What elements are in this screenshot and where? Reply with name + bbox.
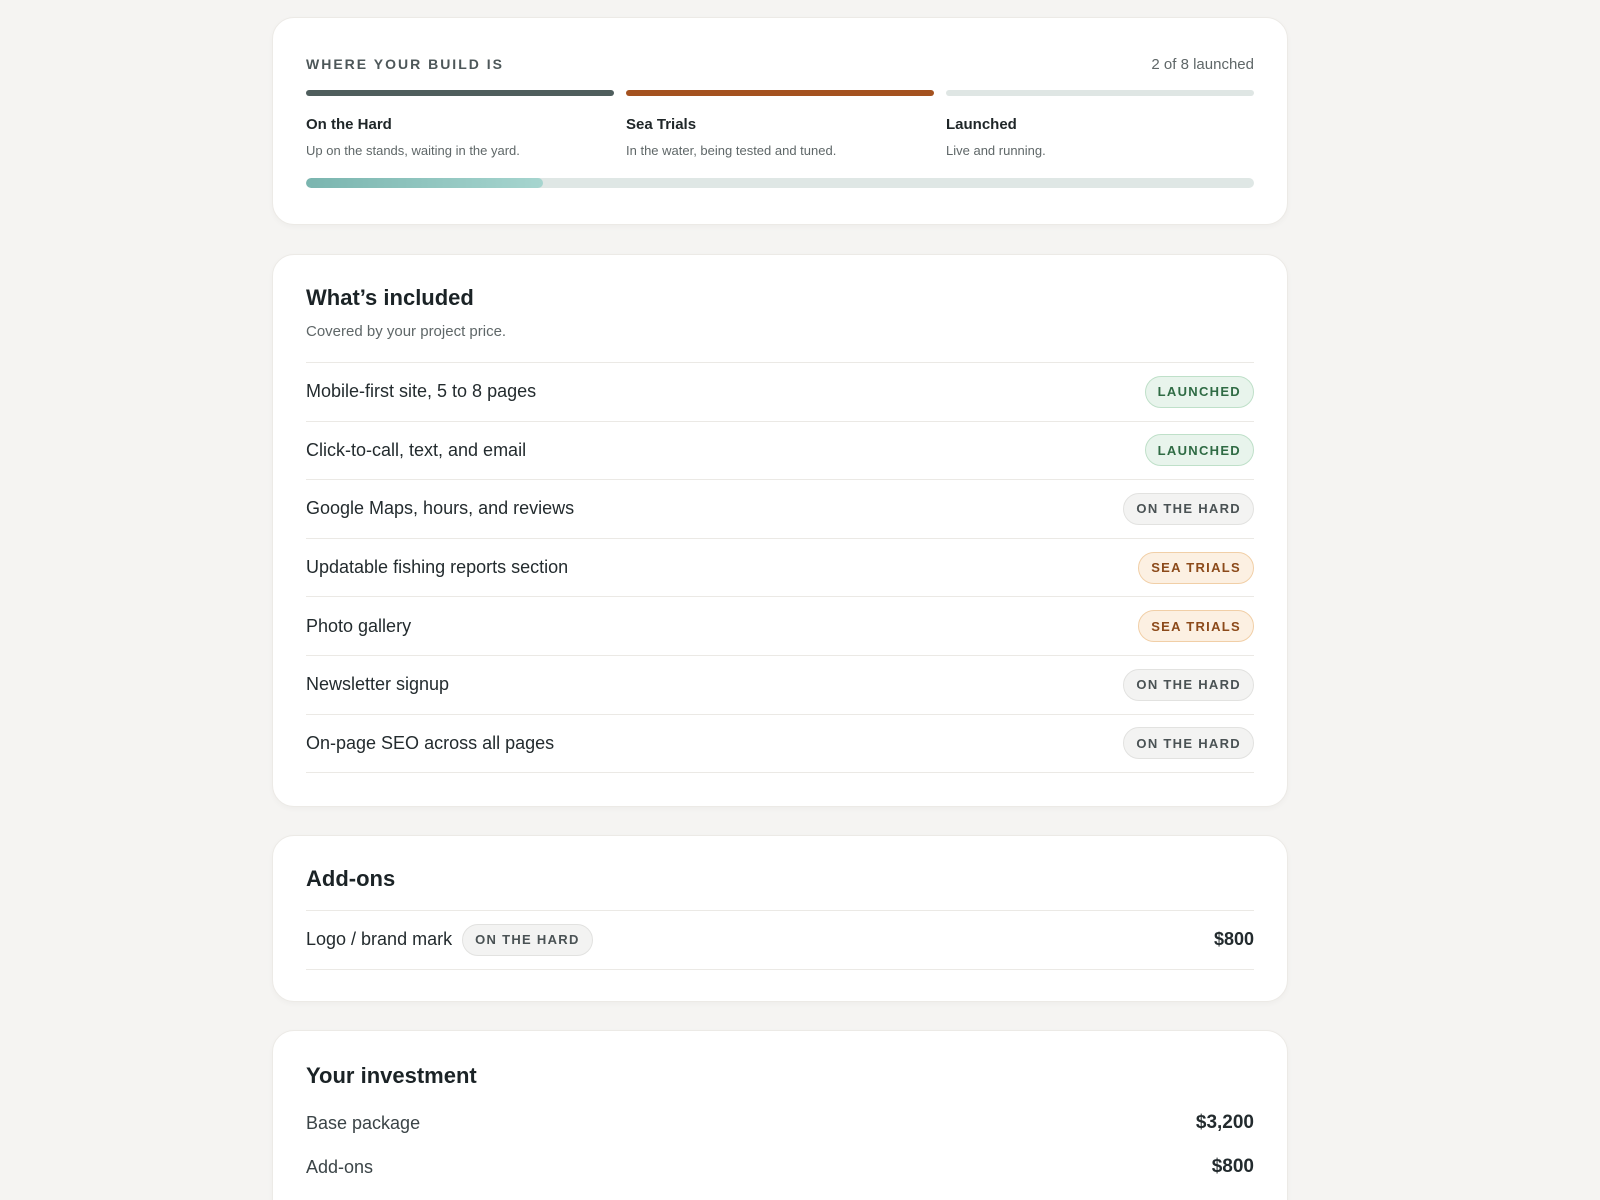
item-label: Google Maps, hours, and reviews — [306, 498, 575, 519]
status-badge: ON THE HARD — [1123, 668, 1254, 701]
investment-value: $3,200 — [1195, 1112, 1254, 1133]
addons-list: Logo / brand mark ON THE HARD $800 — [306, 910, 1254, 970]
stage-launched: Launched Live and running. — [946, 90, 1254, 158]
status-badge: SEA TRIALS — [1138, 610, 1254, 643]
included-item: Mobile-first site, 5 to 8 pages LAUNCHED — [306, 363, 1254, 422]
stage-bar — [946, 90, 1254, 96]
included-list: Mobile-first site, 5 to 8 pages LAUNCHED… — [306, 362, 1254, 774]
overall-progress-fill — [306, 178, 543, 188]
stage-name: Sea Trials — [626, 116, 697, 133]
included-item: Google Maps, hours, and reviews ON THE H… — [306, 480, 1254, 539]
status-badge: ON THE HARD — [1123, 727, 1254, 760]
included-item: Newsletter signup ON THE HARD — [306, 656, 1254, 715]
addon-label: Logo / brand mark — [306, 929, 453, 950]
investment-label: Base package — [306, 1112, 421, 1133]
stage-description: Up on the stands, waiting in the yard. — [306, 143, 520, 158]
investment-card: Your investment Base package $3,200 Add-… — [272, 1030, 1288, 1200]
item-label: Photo gallery — [306, 615, 412, 636]
addons-card: Add-ons Logo / brand mark ON THE HARD $8… — [272, 835, 1288, 1002]
addon-price: $800 — [1213, 929, 1254, 950]
stage-sea-trials: Sea Trials In the water, being tested an… — [626, 90, 934, 158]
status-badge: LAUNCHED — [1144, 375, 1254, 408]
stage-list: On the Hard Up on the stands, waiting in… — [306, 90, 1254, 158]
status-badge: SEA TRIALS — [1138, 551, 1254, 584]
overall-progress-bar — [306, 178, 1254, 188]
stage-description: In the water, being tested and tuned. — [626, 143, 837, 158]
progress-eyebrow: WHERE YOUR BUILD IS — [306, 56, 504, 72]
included-title: What’s included — [306, 285, 474, 310]
investment-rows: Base package $3,200 Add-ons $800 — [306, 1101, 1254, 1189]
stage-name: Launched — [946, 116, 1017, 133]
launched-count: 2 of 8 launched — [1151, 55, 1254, 73]
progress-header: WHERE YOUR BUILD IS 2 of 8 launched — [306, 54, 1254, 74]
addons-title: Add-ons — [306, 866, 396, 891]
included-subtitle: Covered by your project price. — [306, 323, 507, 340]
investment-label: Add-ons — [306, 1156, 374, 1177]
item-label: Newsletter signup — [306, 674, 450, 695]
included-item: Updatable fishing reports section SEA TR… — [306, 539, 1254, 598]
stage-description: Live and running. — [946, 143, 1046, 158]
status-badge: ON THE HARD — [462, 923, 593, 956]
page: WHERE YOUR BUILD IS 2 of 8 launched On t… — [0, 0, 1600, 1200]
item-label: Click-to-call, text, and email — [306, 439, 527, 460]
included-item: Photo gallery SEA TRIALS — [306, 597, 1254, 656]
stage-name: On the Hard — [306, 116, 392, 133]
item-label: Mobile-first site, 5 to 8 pages — [306, 381, 537, 402]
item-label: Updatable fishing reports section — [306, 557, 569, 578]
build-progress-card: WHERE YOUR BUILD IS 2 of 8 launched On t… — [272, 17, 1288, 225]
stage-on-the-hard: On the Hard Up on the stands, waiting in… — [306, 90, 614, 158]
stage-bar — [306, 90, 614, 96]
included-item: On-page SEO across all pages ON THE HARD — [306, 715, 1254, 774]
status-badge: ON THE HARD — [1123, 492, 1254, 525]
status-badge: LAUNCHED — [1144, 434, 1254, 467]
included-item: Click-to-call, text, and email LAUNCHED — [306, 422, 1254, 481]
investment-value: $800 — [1211, 1156, 1254, 1177]
item-label: On-page SEO across all pages — [306, 732, 555, 753]
investment-row-base: Base package $3,200 — [306, 1101, 1254, 1145]
addon-left: Logo / brand mark ON THE HARD — [306, 923, 593, 956]
whats-included-card: What’s included Covered by your project … — [272, 254, 1288, 807]
investment-row-addons: Add-ons $800 — [306, 1145, 1254, 1189]
addon-item: Logo / brand mark ON THE HARD $800 — [306, 911, 1254, 970]
investment-title: Your investment — [306, 1063, 477, 1088]
stage-bar — [626, 90, 934, 96]
